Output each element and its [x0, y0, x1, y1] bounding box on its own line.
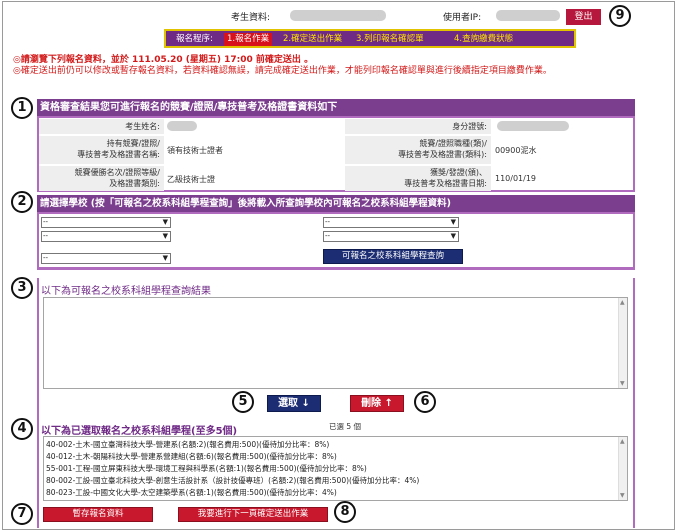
level-value: 乙級技術士證	[167, 174, 215, 185]
section-school: -- ▼ -- ▼ -- ▼ -- ▼ -- ▼ 可報名之校系科組學程查詢	[37, 212, 635, 270]
name-value-redacted	[167, 121, 197, 131]
marker-6: 6	[414, 391, 436, 413]
category-label: 競賽/證照職種(類)/專技普考及格證書(類科):	[345, 136, 491, 164]
selected-count: 已選 5 個	[329, 422, 362, 431]
user-ip-value-redacted	[496, 10, 560, 21]
examinee-value-redacted	[290, 10, 386, 21]
user-ip-label: 使用者IP:	[443, 13, 482, 23]
step-registration[interactable]: 1.報名作業	[224, 33, 273, 46]
school-select-3[interactable]: -- ▼	[41, 231, 171, 242]
id-value-redacted	[497, 121, 569, 131]
step-payment-status[interactable]: 4.查詢繳費狀態	[454, 33, 513, 46]
section-qualification-header: 資格審查結果您可進行報名的競賽/證照/專技普考及格證書資料如下	[37, 99, 635, 116]
school-select-5[interactable]: -- ▼	[41, 253, 171, 264]
marker-2: 2	[11, 191, 33, 213]
selected-program-item[interactable]: 55-001-工程-國立屏東科技大學-環境工程與科學系(名額:1)(報名費用:5…	[46, 463, 367, 474]
selected-program-item[interactable]: 80-023-工設-中國文化大學-太空建築學系(名額:1)(報名費用:500)(…	[46, 487, 337, 498]
top-bar: 考生資料: 使用者IP: 登出 9	[3, 5, 674, 27]
registration-steps: 報名程序: 1.報名作業 2.確定送出作業 3.列印報名確認單 4.查詢繳費狀態	[164, 29, 576, 48]
school-select-1[interactable]: -- ▼	[41, 217, 171, 228]
logout-button[interactable]: 登出	[566, 9, 601, 25]
query-results-scrollbar[interactable]: ▲ ▼	[618, 298, 627, 388]
marker-9: 9	[609, 5, 631, 27]
query-results-list[interactable]: ▲ ▼	[43, 297, 628, 389]
marker-8: 8	[334, 501, 356, 523]
notice-line-1: ◎請瀏覽下列報名資料，並於 111.05.20 (星期五) 17:00 前確定送…	[13, 55, 314, 65]
registration-page: 考生資料: 使用者IP: 登出 9 報名程序: 1.報名作業 2.確定送出作業 …	[2, 1, 675, 530]
marker-5: 5	[232, 391, 254, 413]
step-print-confirmation[interactable]: 3.列印報名確認單	[356, 33, 424, 46]
examinee-label: 考生資料:	[231, 13, 271, 23]
level-label: 競賽優勝名次/證照等級/及格證書類別:	[39, 166, 164, 191]
date-value: 110/01/19	[495, 174, 537, 183]
marker-3: 3	[11, 277, 33, 299]
section-school-header: 請選擇學校 (按「可報名之校系科組學程查詢」後將載入所查詢學校內可報名之校系科組…	[37, 195, 635, 212]
cert-label: 持有競賽/證照/專技普考及格證書名稱:	[39, 136, 164, 164]
selected-programs-title: 以下為已選取報名之校系科組學程(至多5個)	[41, 426, 238, 437]
query-programs-button[interactable]: 可報名之校系科組學程查詢	[323, 249, 463, 264]
selected-programs-list[interactable]: 40-002-土木-國立臺灣科技大學-營建系(名額:2)(報名費用:500)(優…	[43, 436, 628, 501]
cert-value: 領有技術士證者	[167, 145, 223, 156]
section-qualification: 考生姓名: 身分證號: 持有競賽/證照/專技普考及格證書名稱: 領有技術士證者 …	[37, 116, 635, 192]
save-draft-button[interactable]: 暫存報名資料	[43, 507, 153, 522]
date-label: 獲獎/發證(頒)、 專技普考及格證書日期:	[345, 166, 491, 191]
id-label: 身分證號:	[345, 119, 491, 134]
marker-7: 7	[11, 503, 33, 525]
query-results-title: 以下為可報名之校系科組學程查詢結果	[41, 286, 211, 297]
school-select-2[interactable]: -- ▼	[323, 217, 459, 228]
category-value: 00900泥水	[495, 145, 537, 156]
steps-label: 報名程序:	[176, 34, 213, 44]
school-select-4[interactable]: -- ▼	[323, 231, 459, 242]
delete-program-button[interactable]: 刪除 ↑	[350, 395, 404, 412]
selected-program-item[interactable]: 40-012-土木-朝陽科技大學-營建系營建組(名額:6)(報名費用:500)(…	[46, 451, 337, 462]
marker-4: 4	[11, 418, 33, 440]
notice-line-2: ◎確定送出前仍可以修改或暫存報名資料，若資料確認無誤，請完成確定送出作業，才能列…	[13, 66, 552, 76]
select-program-button[interactable]: 選取 ↓	[267, 395, 321, 412]
deadline-notice: ◎請瀏覽下列報名資料，並於 111.05.20 (星期五) 17:00 前確定送…	[13, 55, 668, 77]
marker-1: 1	[11, 97, 33, 119]
selected-program-item[interactable]: 40-002-土木-國立臺灣科技大學-營建系(名額:2)(報名費用:500)(優…	[46, 439, 329, 450]
selected-program-item[interactable]: 80-002-工設-國立臺北科技大學-創意生活設計系（設計技優專班）(名額:2)…	[46, 475, 419, 486]
proceed-submit-button[interactable]: 我要進行下一頁確定送出作業	[178, 507, 328, 522]
selected-programs-scrollbar[interactable]: ▲ ▼	[618, 437, 627, 500]
name-label: 考生姓名:	[39, 119, 164, 134]
step-confirm-submit[interactable]: 2.確定送出作業	[283, 33, 342, 46]
